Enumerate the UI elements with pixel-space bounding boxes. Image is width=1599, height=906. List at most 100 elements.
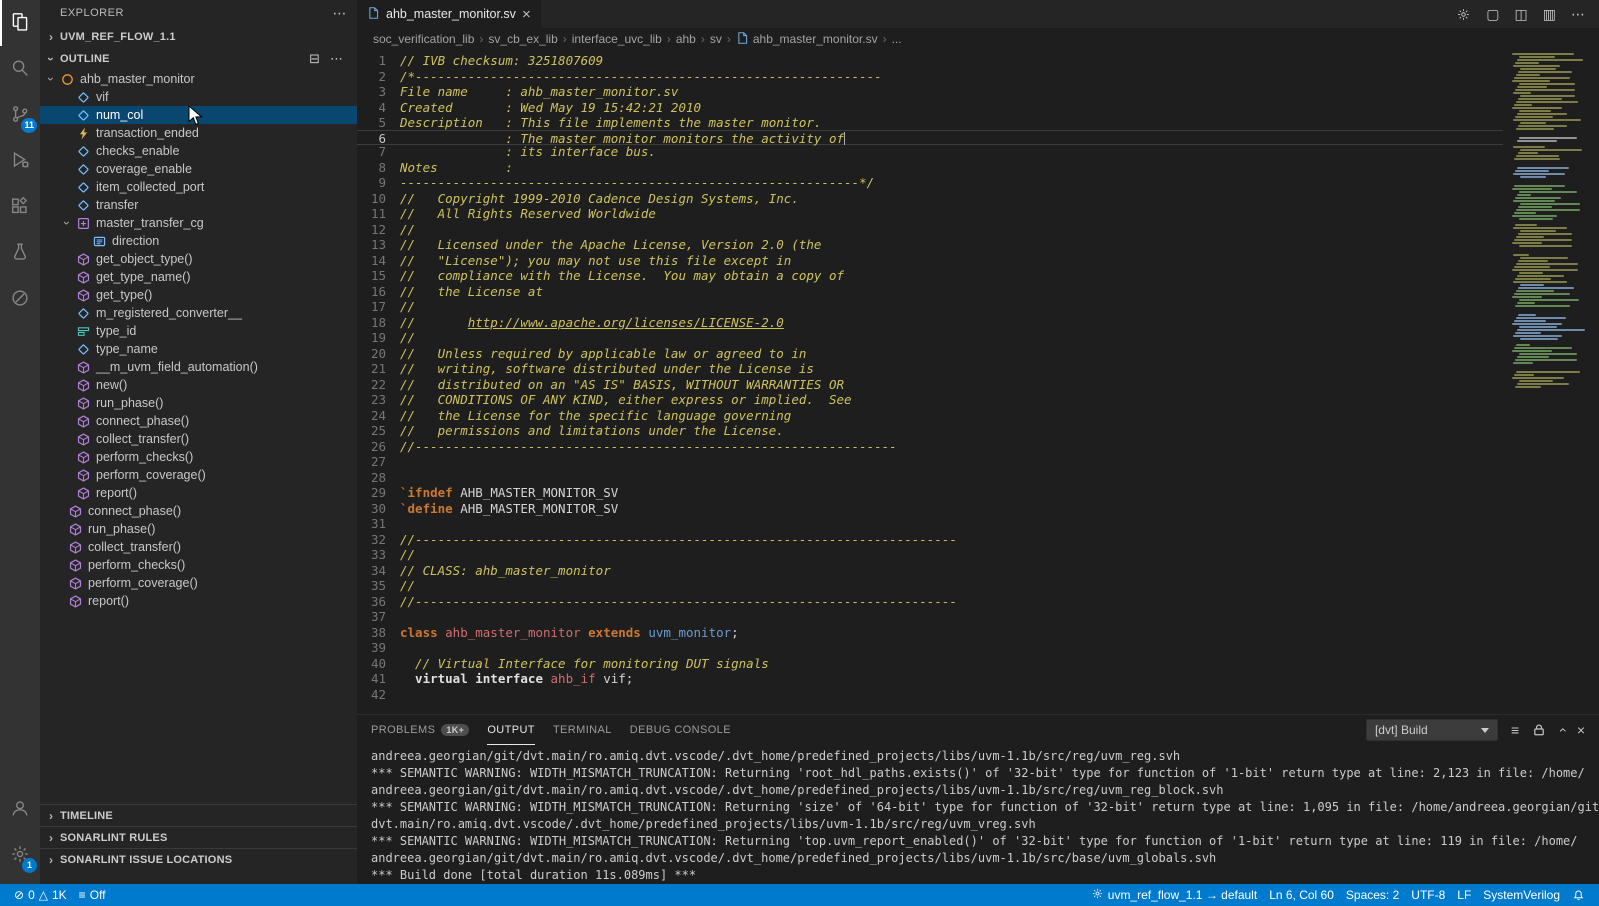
minimap[interactable] — [1503, 50, 1599, 714]
code-line-text[interactable]: class ahb_master_monitor extends uvm_mon… — [400, 625, 1503, 641]
code-line-text[interactable]: //--------------------------------------… — [400, 439, 1503, 455]
outline-item-master_transfer_cg[interactable]: ›master_transfer_cg — [40, 214, 357, 232]
activity-testing[interactable] — [0, 230, 40, 276]
outline-item-perform_coverage[interactable]: perform_coverage() — [40, 574, 357, 592]
outline-item-__m_uvm_field_automation[interactable]: __m_uvm_field_automation() — [40, 358, 357, 376]
notifications-bell-icon[interactable] — [1566, 889, 1591, 902]
activity-extensions[interactable] — [0, 184, 40, 230]
outline-item-new[interactable]: new() — [40, 376, 357, 394]
chevron-down-icon[interactable]: › — [44, 72, 58, 86]
outline-item-num_col[interactable]: num_col — [40, 106, 357, 124]
outline-item-collect_transfer[interactable]: collect_transfer() — [40, 538, 357, 556]
split-editor-icon[interactable]: ◫ — [1515, 6, 1528, 23]
outline-item-transfer[interactable]: transfer — [40, 196, 357, 214]
close-icon[interactable]: × — [522, 7, 531, 22]
outline-item-ahb_master_monitor[interactable]: ›ahb_master_monitor — [40, 70, 357, 88]
problems-status[interactable]: ⊘ 0 △ 1K — [8, 884, 73, 906]
outline-item-perform_checks[interactable]: perform_checks() — [40, 556, 357, 574]
section-sonarlint-rules[interactable]: › SONARLINT RULES — [40, 826, 357, 848]
code-line-text[interactable]: Description : This file implements the m… — [400, 115, 1503, 131]
encoding-status[interactable]: UTF-8 — [1405, 888, 1451, 902]
code-line-text[interactable]: `ifndef AHB_MASTER_MONITOR_SV — [400, 485, 1503, 501]
breadcrumb-item[interactable]: sv — [710, 32, 722, 46]
outline-item-get_object_type[interactable]: get_object_type() — [40, 250, 357, 268]
code-line-text[interactable] — [400, 687, 1503, 703]
outline-item-checks_enable[interactable]: checks_enable — [40, 142, 357, 160]
outline-item-item_collected_port[interactable]: item_collected_port — [40, 178, 357, 196]
outline-item-run_phase[interactable]: run_phase() — [40, 520, 357, 538]
activity-settings[interactable]: 1 — [0, 832, 40, 878]
outline-item-connect_phase[interactable]: connect_phase() — [40, 502, 357, 520]
chevron-down-icon[interactable]: › — [60, 216, 74, 230]
code-line-text[interactable] — [400, 516, 1503, 532]
code-line-text[interactable]: : its interface bus. — [400, 144, 1503, 160]
activity-dvt[interactable] — [0, 276, 40, 322]
code-line-text[interactable]: // CLASS: ahb_master_monitor — [400, 563, 1503, 579]
outline-item-perform_checks[interactable]: perform_checks() — [40, 448, 357, 466]
code-line-text[interactable]: // — [400, 547, 1503, 563]
cursor-position-status[interactable]: Ln 6, Col 60 — [1263, 888, 1340, 902]
code-line-text[interactable]: // permissions and limitations under the… — [400, 423, 1503, 439]
code-line-text[interactable]: Created : Wed May 19 15:42:21 2010 — [400, 100, 1503, 116]
code-line-text[interactable]: virtual interface ahb_if vif; — [400, 671, 1503, 687]
breadcrumb-file[interactable]: ahb_master_monitor.sv — [736, 31, 878, 48]
code-line-text[interactable]: Notes : — [400, 160, 1503, 176]
breadcrumb-item[interactable]: interface_uvc_lib — [572, 32, 662, 46]
code-line-text[interactable]: // http://www.apache.org/licenses/LICENS… — [400, 315, 1503, 331]
breadcrumb-item[interactable]: ahb — [676, 32, 696, 46]
panel-tab-problems[interactable]: PROBLEMS1K+ — [371, 715, 469, 745]
code-line-text[interactable]: /*--------------------------------------… — [400, 69, 1503, 85]
breadcrumb-more[interactable]: ... — [892, 32, 902, 46]
lock-scroll-icon[interactable] — [1532, 723, 1546, 737]
panel-tab-terminal[interactable]: TERMINAL — [553, 715, 612, 745]
section-outline[interactable]: › OUTLINE ⊟ ⋯ — [40, 48, 357, 70]
outline-item-get_type_name[interactable]: get_type_name() — [40, 268, 357, 286]
code-line-text[interactable] — [400, 609, 1503, 625]
code-line-text[interactable]: // Licensed under the Apache License, Ve… — [400, 237, 1503, 253]
code-line-text[interactable]: //--------------------------------------… — [400, 532, 1503, 548]
code-line-text[interactable]: // — [400, 222, 1503, 238]
outline-item-direction[interactable]: direction — [40, 232, 357, 250]
breadcrumb-item[interactable]: sv_cb_ex_lib — [488, 32, 557, 46]
code-line-text[interactable]: // distributed on an "AS IS" BASIS, WITH… — [400, 377, 1503, 393]
code-line-text[interactable]: `define AHB_MASTER_MONITOR_SV — [400, 501, 1503, 517]
build-config-status[interactable]: uvm_ref_flow_1.1 → default — [1085, 887, 1263, 903]
outline-item-get_type[interactable]: get_type() — [40, 286, 357, 304]
code-line-text[interactable] — [400, 640, 1503, 656]
code-line-text[interactable]: // Copyright 1999-2010 Cadence Design Sy… — [400, 191, 1503, 207]
section-sonarlint-issue-locations[interactable]: › SONARLINT ISSUE LOCATIONS — [40, 848, 357, 870]
more-actions-icon[interactable]: ⋯ — [1571, 6, 1585, 23]
maximize-panel-icon[interactable]: › — [1559, 722, 1564, 738]
activity-source-control[interactable]: 11 — [0, 92, 40, 138]
code-line-text[interactable]: // — [400, 330, 1503, 346]
code-line-text[interactable]: //--------------------------------------… — [400, 594, 1503, 610]
outline-item-type_name[interactable]: type_name — [40, 340, 357, 358]
panel-tab-debug-console[interactable]: DEBUG CONSOLE — [630, 715, 731, 745]
outline-item-m_registered_converter__[interactable]: m_registered_converter__ — [40, 304, 357, 322]
outline-item-report[interactable]: report() — [40, 592, 357, 610]
outline-item-coverage_enable[interactable]: coverage_enable — [40, 160, 357, 178]
code-line-text[interactable]: : The master monitor monitors the activi… — [400, 131, 1503, 145]
code-line-text[interactable]: // Virtual Interface for monitoring DUT … — [400, 656, 1503, 672]
code-line-text[interactable]: File name : ahb_master_monitor.sv — [400, 84, 1503, 100]
code-editor[interactable]: 1// IVB checksum: 32518076092/*---------… — [357, 50, 1503, 714]
code-line-text[interactable]: // the License for the specific language… — [400, 408, 1503, 424]
code-line-text[interactable]: // IVB checksum: 3251807609 — [400, 53, 1503, 69]
eol-status[interactable]: LF — [1451, 888, 1477, 902]
code-line-text[interactable]: // "License"); you may not use this file… — [400, 253, 1503, 269]
indentation-status[interactable]: Spaces: 2 — [1340, 888, 1405, 902]
more-actions-icon[interactable]: ⋯ — [330, 51, 343, 67]
output-channel-select[interactable]: [dvt] Build — [1366, 719, 1498, 741]
section-timeline[interactable]: › TIMELINE — [40, 804, 357, 826]
customize-layout-icon[interactable]: ▥ — [1543, 6, 1556, 23]
dvt-off-status[interactable]: ≡ Off — [73, 884, 112, 906]
activity-explorer[interactable] — [0, 0, 40, 46]
code-line-text[interactable]: // writing, software distributed under t… — [400, 361, 1503, 377]
clear-output-icon[interactable]: ≡ — [1511, 722, 1519, 738]
outline-item-perform_coverage[interactable]: perform_coverage() — [40, 466, 357, 484]
code-line-text[interactable]: // — [400, 299, 1503, 315]
outline-item-run_phase[interactable]: run_phase() — [40, 394, 357, 412]
more-actions-icon[interactable]: ⋯ — [333, 5, 348, 22]
code-line-text[interactable]: // compliance with the License. You may … — [400, 268, 1503, 284]
code-line-text[interactable]: // All Rights Reserved Worldwide — [400, 206, 1503, 222]
